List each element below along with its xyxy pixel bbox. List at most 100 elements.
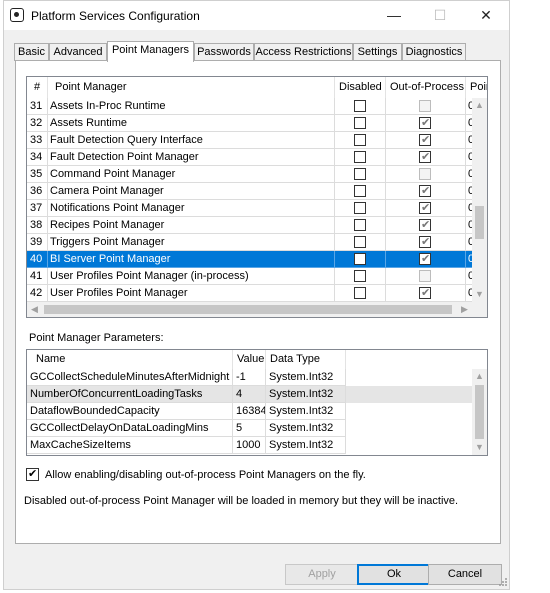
tab-advanced[interactable]: Advanced xyxy=(49,43,107,61)
row-name: Assets In-Proc Runtime xyxy=(48,98,335,115)
point-manager-row[interactable]: 34Fault Detection Point Manager✔0 xyxy=(27,149,487,166)
check-icon: ✔ xyxy=(421,253,431,265)
grid-horizontal-scrollbar[interactable]: ◀ ▶ xyxy=(27,302,487,317)
close-button[interactable]: ✕ xyxy=(463,1,509,30)
point-manager-row[interactable]: 31Assets In-Proc Runtime0 xyxy=(27,98,487,115)
point-manager-row[interactable]: 38Recipes Point Manager✔0 xyxy=(27,217,487,234)
out-of-process-checkbox[interactable]: ✔ xyxy=(419,151,431,163)
param-type: System.Int32 xyxy=(266,369,346,386)
row-name: BI Server Point Manager xyxy=(48,251,335,268)
col-header-points[interactable]: Poin xyxy=(466,77,487,98)
out-of-process-checkbox[interactable]: ✔ xyxy=(419,287,431,299)
parameters-vertical-scrollbar[interactable]: ▲ ▼ xyxy=(472,369,487,455)
out-of-process-checkbox[interactable]: ✔ xyxy=(419,236,431,248)
row-disabled-cell xyxy=(335,183,386,200)
horizontal-scroll-thumb[interactable] xyxy=(44,305,452,314)
out-of-process-checkbox[interactable] xyxy=(419,168,431,180)
disabled-checkbox[interactable] xyxy=(354,287,366,299)
point-manager-row[interactable]: 39Triggers Point Manager✔0 xyxy=(27,234,487,251)
scroll-thumb[interactable] xyxy=(475,206,484,239)
parameter-row[interactable]: GCCollectDelayOnDataLoadingMins 5 System.I… xyxy=(27,420,472,437)
tab-basic[interactable]: Basic xyxy=(14,43,49,61)
row-out-of-process-cell: ✔ xyxy=(386,183,466,200)
col-header-out-of-process[interactable]: Out-of-Process xyxy=(386,77,466,98)
point-manager-row[interactable]: 32Assets Runtime✔0 xyxy=(27,115,487,132)
point-manager-row[interactable]: 42User Profiles Point Manager✔0 xyxy=(27,285,487,302)
param-scroll-up-arrow[interactable]: ▲ xyxy=(472,369,487,384)
disabled-checkbox[interactable] xyxy=(354,185,366,197)
row-number: 34 xyxy=(27,149,48,166)
point-manager-row[interactable]: 40BI Server Point Manager✔0 xyxy=(27,251,487,268)
row-name: Camera Point Manager xyxy=(48,183,335,200)
tab-settings[interactable]: Settings xyxy=(353,43,402,61)
disabled-checkbox[interactable] xyxy=(354,219,366,231)
row-number: 33 xyxy=(27,132,48,149)
point-manager-row[interactable]: 36Camera Point Manager✔0 xyxy=(27,183,487,200)
disabled-checkbox[interactable] xyxy=(354,100,366,112)
row-name: Command Point Manager xyxy=(48,166,335,183)
parameters-grid[interactable]: Name Value Data Type GCCollectScheduleMi… xyxy=(26,349,488,456)
param-col-value[interactable]: Value xyxy=(233,350,266,369)
disabled-checkbox[interactable] xyxy=(354,151,366,163)
row-name: User Profiles Point Manager (in-process) xyxy=(48,268,335,285)
minimize-button[interactable]: — xyxy=(371,1,417,30)
disabled-checkbox[interactable] xyxy=(354,117,366,129)
out-of-process-checkbox[interactable]: ✔ xyxy=(419,185,431,197)
tab-passwords[interactable]: Passwords xyxy=(194,43,254,61)
title-bar[interactable]: Platform Services Configuration — ☐ ✕ xyxy=(4,1,509,30)
point-managers-grid[interactable]: # Point Manager Disabled Out-of-Process … xyxy=(26,76,488,318)
param-col-name[interactable]: Name xyxy=(27,350,233,369)
param-value: -1 xyxy=(233,369,266,386)
param-scroll-thumb[interactable] xyxy=(475,385,484,439)
parameter-row[interactable]: GCCollectScheduleMinutesAfterMidnight -1 S… xyxy=(27,369,472,386)
param-col-type[interactable]: Data Type xyxy=(266,350,346,369)
row-disabled-cell xyxy=(335,268,386,285)
ok-button[interactable]: Ok xyxy=(357,564,431,585)
row-number: 31 xyxy=(27,98,48,115)
tab-point-managers[interactable]: Point Managers xyxy=(107,41,194,62)
disabled-checkbox[interactable] xyxy=(354,270,366,282)
disabled-checkbox[interactable] xyxy=(354,168,366,180)
check-icon: ✔ xyxy=(421,202,431,214)
tab-access-restrictions[interactable]: Access Restrictions xyxy=(254,43,353,61)
scroll-down-arrow[interactable]: ▼ xyxy=(472,287,487,302)
col-header-name[interactable]: Point Manager xyxy=(48,77,335,98)
apply-button[interactable]: Apply xyxy=(285,564,359,585)
point-manager-row[interactable]: 37Notifications Point Manager✔0 xyxy=(27,200,487,217)
col-header-disabled[interactable]: Disabled xyxy=(335,77,386,98)
col-header-number[interactable]: # xyxy=(27,77,48,98)
out-of-process-checkbox[interactable] xyxy=(419,270,431,282)
scroll-left-arrow[interactable]: ◀ xyxy=(27,302,42,317)
out-of-process-checkbox[interactable]: ✔ xyxy=(419,117,431,129)
parameter-row[interactable]: DataflowBoundedCapacity 16384 System.Int32 xyxy=(27,403,472,420)
param-value: 1000 xyxy=(233,437,266,454)
tab-diagnostics[interactable]: Diagnostics xyxy=(402,43,466,61)
allow-onfly-checkbox[interactable]: ✔ xyxy=(26,468,39,481)
disabled-checkbox[interactable] xyxy=(354,253,366,265)
out-of-process-checkbox[interactable]: ✔ xyxy=(419,134,431,146)
allow-onfly-label[interactable]: Allow enabling/disabling out-of-process … xyxy=(45,469,366,481)
scroll-up-arrow[interactable]: ▲ xyxy=(472,98,487,113)
parameter-row[interactable]: NumberOfConcurrentLoadingTasks 4 System.In… xyxy=(27,386,472,403)
maximize-button[interactable]: ☐ xyxy=(417,1,463,30)
param-name: GCCollectDelayOnDataLoadingMins xyxy=(27,420,233,437)
grid-vertical-scrollbar[interactable]: ▲ ▼ xyxy=(472,98,487,302)
out-of-process-checkbox[interactable]: ✔ xyxy=(419,253,431,265)
parameter-row[interactable]: MaxCacheSizeItems 1000 System.Int32 xyxy=(27,437,472,454)
resize-grip-icon[interactable] xyxy=(498,577,508,587)
disabled-checkbox[interactable] xyxy=(354,202,366,214)
out-of-process-checkbox[interactable]: ✔ xyxy=(419,202,431,214)
row-name: Notifications Point Manager xyxy=(48,200,335,217)
out-of-process-checkbox[interactable]: ✔ xyxy=(419,219,431,231)
disabled-checkbox[interactable] xyxy=(354,134,366,146)
row-disabled-cell xyxy=(335,115,386,132)
disabled-checkbox[interactable] xyxy=(354,236,366,248)
param-type: System.Int32 xyxy=(266,386,346,403)
out-of-process-checkbox[interactable] xyxy=(419,100,431,112)
point-manager-row[interactable]: 35Command Point Manager0 xyxy=(27,166,487,183)
param-scroll-down-arrow[interactable]: ▼ xyxy=(472,440,487,455)
scroll-right-arrow[interactable]: ▶ xyxy=(457,302,472,317)
point-manager-row[interactable]: 41 User Profiles Point Manager (in-proces… xyxy=(27,268,487,285)
point-manager-row[interactable]: 33Fault Detection Query Interface✔0 xyxy=(27,132,487,149)
cancel-button[interactable]: Cancel xyxy=(428,564,502,585)
